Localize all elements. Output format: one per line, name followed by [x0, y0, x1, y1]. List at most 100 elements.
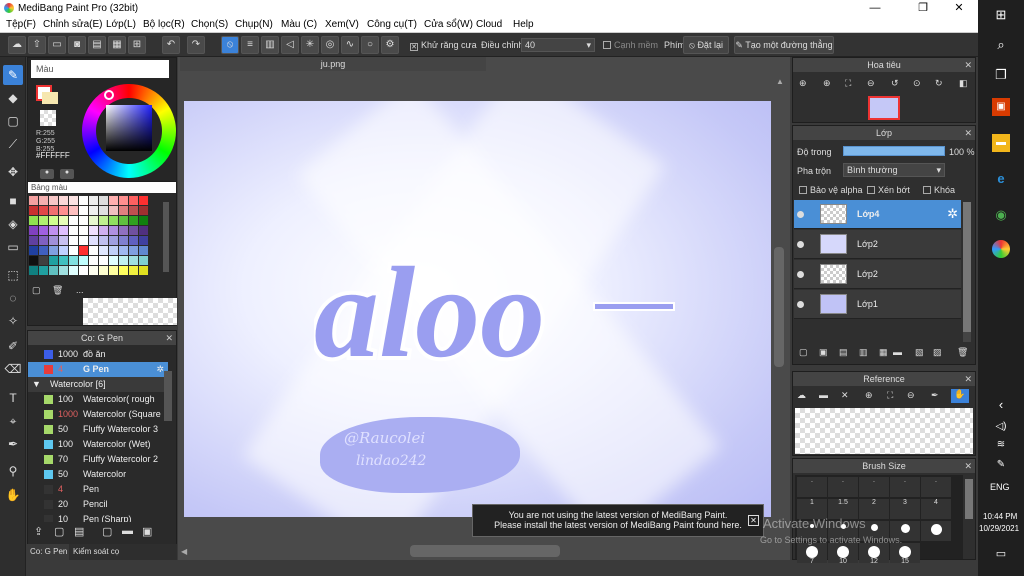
palette-swatch[interactable]: [129, 256, 138, 265]
palette-swatch[interactable]: [49, 226, 58, 235]
menu-edit[interactable]: Chỉnh sửa(E): [43, 19, 103, 30]
new-8bit-layer-icon[interactable]: ▤: [839, 347, 848, 358]
palette-swatch[interactable]: [129, 206, 138, 215]
layer-row[interactable]: Lớp4 ✲: [794, 200, 961, 229]
file-explorer-icon[interactable]: ▬: [992, 134, 1010, 152]
palette-swatch[interactable]: [89, 266, 98, 275]
gradient-tool-icon[interactable]: ▭: [3, 237, 23, 257]
palette-swatch[interactable]: [129, 266, 138, 275]
brush-row[interactable]: 70 Fluffy Watercolor 2: [28, 452, 168, 467]
chat-icon[interactable]: ◙: [68, 36, 86, 54]
horizontal-scrollbar[interactable]: [410, 545, 560, 557]
brush-size-cell[interactable]: 10: [828, 543, 858, 565]
brush-size-cell[interactable]: 3: [890, 499, 920, 519]
palette-swatch[interactable]: [89, 196, 98, 205]
brush-group[interactable]: ▼ Watercolor [6]: [28, 377, 168, 392]
lasso-tool-icon[interactable]: ◌: [3, 288, 23, 308]
brush-size-cell[interactable]: 12: [859, 543, 889, 565]
layer-row[interactable]: Lớp2: [794, 230, 961, 259]
visibility-icon[interactable]: [797, 211, 804, 218]
brush-row[interactable]: 10 Pen (Sharp): [28, 512, 168, 522]
close-icon[interactable]: ✕: [964, 126, 972, 140]
edge-icon[interactable]: e: [992, 170, 1010, 188]
transparent-swatch[interactable]: [40, 110, 56, 126]
line-tool-icon[interactable]: ⟋: [3, 134, 23, 154]
page-icon[interactable]: ▤: [88, 36, 106, 54]
pipette-icon[interactable]: ⚲: [3, 461, 23, 481]
rotate-left-icon[interactable]: ↺: [891, 78, 899, 89]
eyedropper-icon[interactable]: ✒: [3, 434, 23, 454]
palette-swatch[interactable]: [79, 256, 88, 265]
visibility-icon[interactable]: [797, 241, 804, 248]
notifications-icon[interactable]: ▭: [992, 545, 1010, 563]
palette-swatch[interactable]: [99, 256, 108, 265]
brush-size-cell[interactable]: 7: [797, 543, 827, 565]
palette-swatch[interactable]: [39, 266, 48, 275]
palette-swatch[interactable]: [29, 226, 38, 235]
soft-edge-checkbox[interactable]: Cạnh mềm: [603, 40, 658, 50]
cloud-icon[interactable]: ☁: [8, 36, 26, 54]
tab-brush[interactable]: Co: G Pen: [27, 544, 69, 560]
palette-swatches[interactable]: [28, 195, 158, 281]
palette-swatch[interactable]: [69, 266, 78, 275]
palette-swatch[interactable]: [79, 236, 88, 245]
palette-swatch[interactable]: [49, 216, 58, 225]
office-icon[interactable]: ▣: [992, 98, 1010, 116]
brush-row[interactable]: 50 Watercolor: [28, 467, 168, 482]
grid-icon[interactable]: ⊞: [128, 36, 146, 54]
palette-swatch[interactable]: [129, 236, 138, 245]
brush-row[interactable]: 20 Pencil: [28, 497, 168, 512]
layer-scroll-thumb[interactable]: [963, 202, 971, 332]
scroll-up-icon[interactable]: ▲: [776, 77, 784, 86]
pen-icon[interactable]: ✎: [992, 456, 1010, 474]
menu-file[interactable]: Tệp(F): [6, 19, 36, 30]
palette-swatch[interactable]: [39, 226, 48, 235]
palette-swatch[interactable]: [29, 216, 38, 225]
palette-swatch[interactable]: [109, 226, 118, 235]
menu-view[interactable]: Xem(V): [325, 19, 359, 30]
palette-swatch[interactable]: [39, 196, 48, 205]
menu-help[interactable]: Help: [513, 19, 534, 30]
reset-button[interactable]: ⦸ Đặt lại: [683, 36, 729, 54]
brush-size-cell[interactable]: .: [921, 477, 951, 497]
palette-swatch[interactable]: [79, 216, 88, 225]
palette-swatch[interactable]: [29, 256, 38, 265]
opacity-slider[interactable]: [843, 146, 945, 156]
palette-swatch[interactable]: [119, 206, 128, 215]
correction-select[interactable]: 40 ▾: [521, 38, 595, 52]
palette-swatch[interactable]: [119, 196, 128, 205]
palette-swatch[interactable]: [89, 226, 98, 235]
palette-swatch[interactable]: [109, 216, 118, 225]
task-view-icon[interactable]: ❐: [992, 66, 1010, 84]
palette-swatch[interactable]: [89, 236, 98, 245]
medibang-icon[interactable]: [992, 240, 1010, 258]
visibility-icon[interactable]: [797, 301, 804, 308]
brush-row[interactable]: 50 Fluffy Watercolor 3: [28, 422, 168, 437]
menu-select[interactable]: Chọn(S): [191, 19, 228, 30]
windows-start-icon[interactable]: ⊞: [992, 6, 1010, 24]
hand-tool-icon[interactable]: ✋: [3, 485, 23, 505]
snap-radial-icon[interactable]: ✳: [301, 36, 319, 54]
palette-swatch[interactable]: [119, 256, 128, 265]
eraser-tool-icon[interactable]: ◆: [3, 88, 23, 108]
menu-capture[interactable]: Chụp(N): [235, 19, 273, 30]
navigator-thumbnail[interactable]: [868, 96, 900, 120]
gear-icon[interactable]: ✲: [947, 206, 958, 222]
palette-swatch[interactable]: [79, 266, 88, 275]
operation-tool-icon[interactable]: ⌖: [3, 411, 23, 431]
comment-icon[interactable]: ▭: [48, 36, 66, 54]
palette-swatch[interactable]: [139, 196, 148, 205]
new-1bit-layer-icon[interactable]: ▥: [859, 347, 868, 358]
open-folder-icon[interactable]: ▬: [819, 390, 828, 400]
maximize-button[interactable]: ❐: [908, 0, 938, 17]
brush-size-scrollbar[interactable]: [965, 479, 973, 519]
flip-icon[interactable]: ◧: [959, 78, 968, 89]
palette-swatch[interactable]: [49, 256, 58, 265]
saturation-square[interactable]: [106, 105, 152, 151]
palette-swatch[interactable]: [79, 226, 88, 235]
menu-color[interactable]: Màu (C): [281, 19, 317, 30]
palette-swatch[interactable]: [119, 226, 128, 235]
antialias-checkbox[interactable]: ✕ Khử răng cưa: [410, 40, 477, 51]
delete-layer-icon[interactable]: 🗑: [957, 347, 968, 358]
palette-scrollbar[interactable]: [163, 202, 169, 272]
